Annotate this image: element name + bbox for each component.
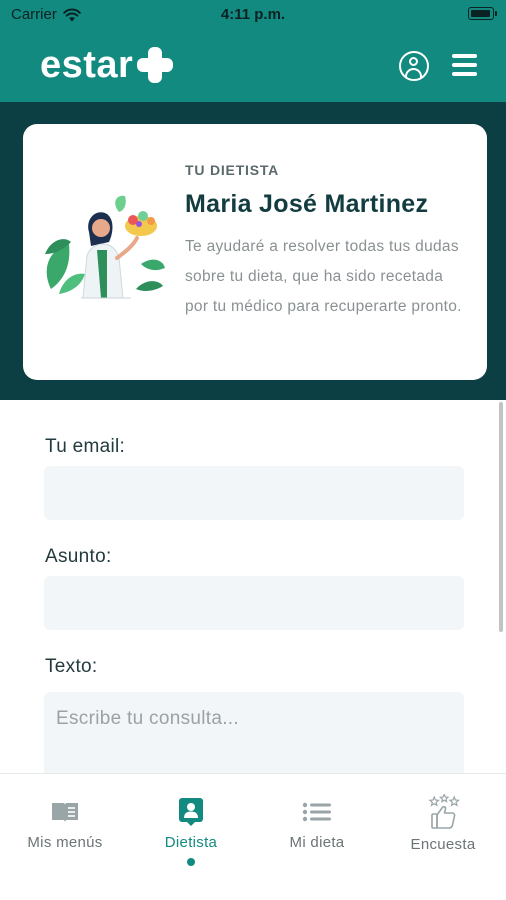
message-placeholder: Escribe tu consulta... [56,708,239,729]
battery-icon [468,7,497,20]
hero-band: TU DIETISTA Maria José Martinez Te ayuda… [0,102,506,400]
user-profile-icon[interactable] [399,51,429,81]
dietitian-illustration [45,195,165,299]
text-label: Texto: [45,656,98,677]
tab-mi-dieta[interactable]: Mi dieta [254,774,380,900]
subject-field[interactable] [44,576,464,630]
tab-label: Mis menús [27,834,103,851]
email-label: Tu email: [45,436,126,457]
dietitian-card: TU DIETISTA Maria José Martinez Te ayuda… [23,124,487,380]
active-tab-indicator [187,858,195,866]
dietitian-description: Te ayudaré a resolver todas tus dudas so… [185,238,462,315]
card-kicker: TU DIETISTA [185,162,280,178]
dietitian-name: Maria José Martinez [185,190,429,218]
list-icon [302,802,331,822]
scrollbar[interactable] [499,402,503,632]
thumbs-up-stars-icon [428,794,460,829]
tab-dietista[interactable]: Dietista [128,774,254,900]
message-textarea[interactable]: Escribe tu consulta... [44,692,464,773]
status-bar: Carrier 4:11 p.m. [0,0,506,30]
contact-form: Tu email: Asunto: Texto: Escribe tu cons… [0,400,506,773]
status-time: 4:11 p.m. [220,6,286,23]
tab-label: Mi dieta [289,834,345,851]
app-header: estar [0,30,506,102]
email-field[interactable] [44,466,464,520]
tab-encuesta[interactable]: Encuesta [380,774,506,900]
bottom-tab-bar: Mis menús Dietista Mi dieta Encuesta [0,773,506,900]
logo-text: estar [40,44,134,86]
contact-card-icon [179,798,203,826]
tab-label: Encuesta [410,836,476,853]
subject-label: Asunto: [45,546,112,567]
hamburger-menu-icon[interactable] [452,54,477,76]
logo-plus-icon [137,47,174,83]
tab-label: Dietista [164,834,218,851]
book-icon [52,803,78,822]
tab-mis-menus[interactable]: Mis menús [2,774,128,900]
app-logo: estar [40,42,174,88]
